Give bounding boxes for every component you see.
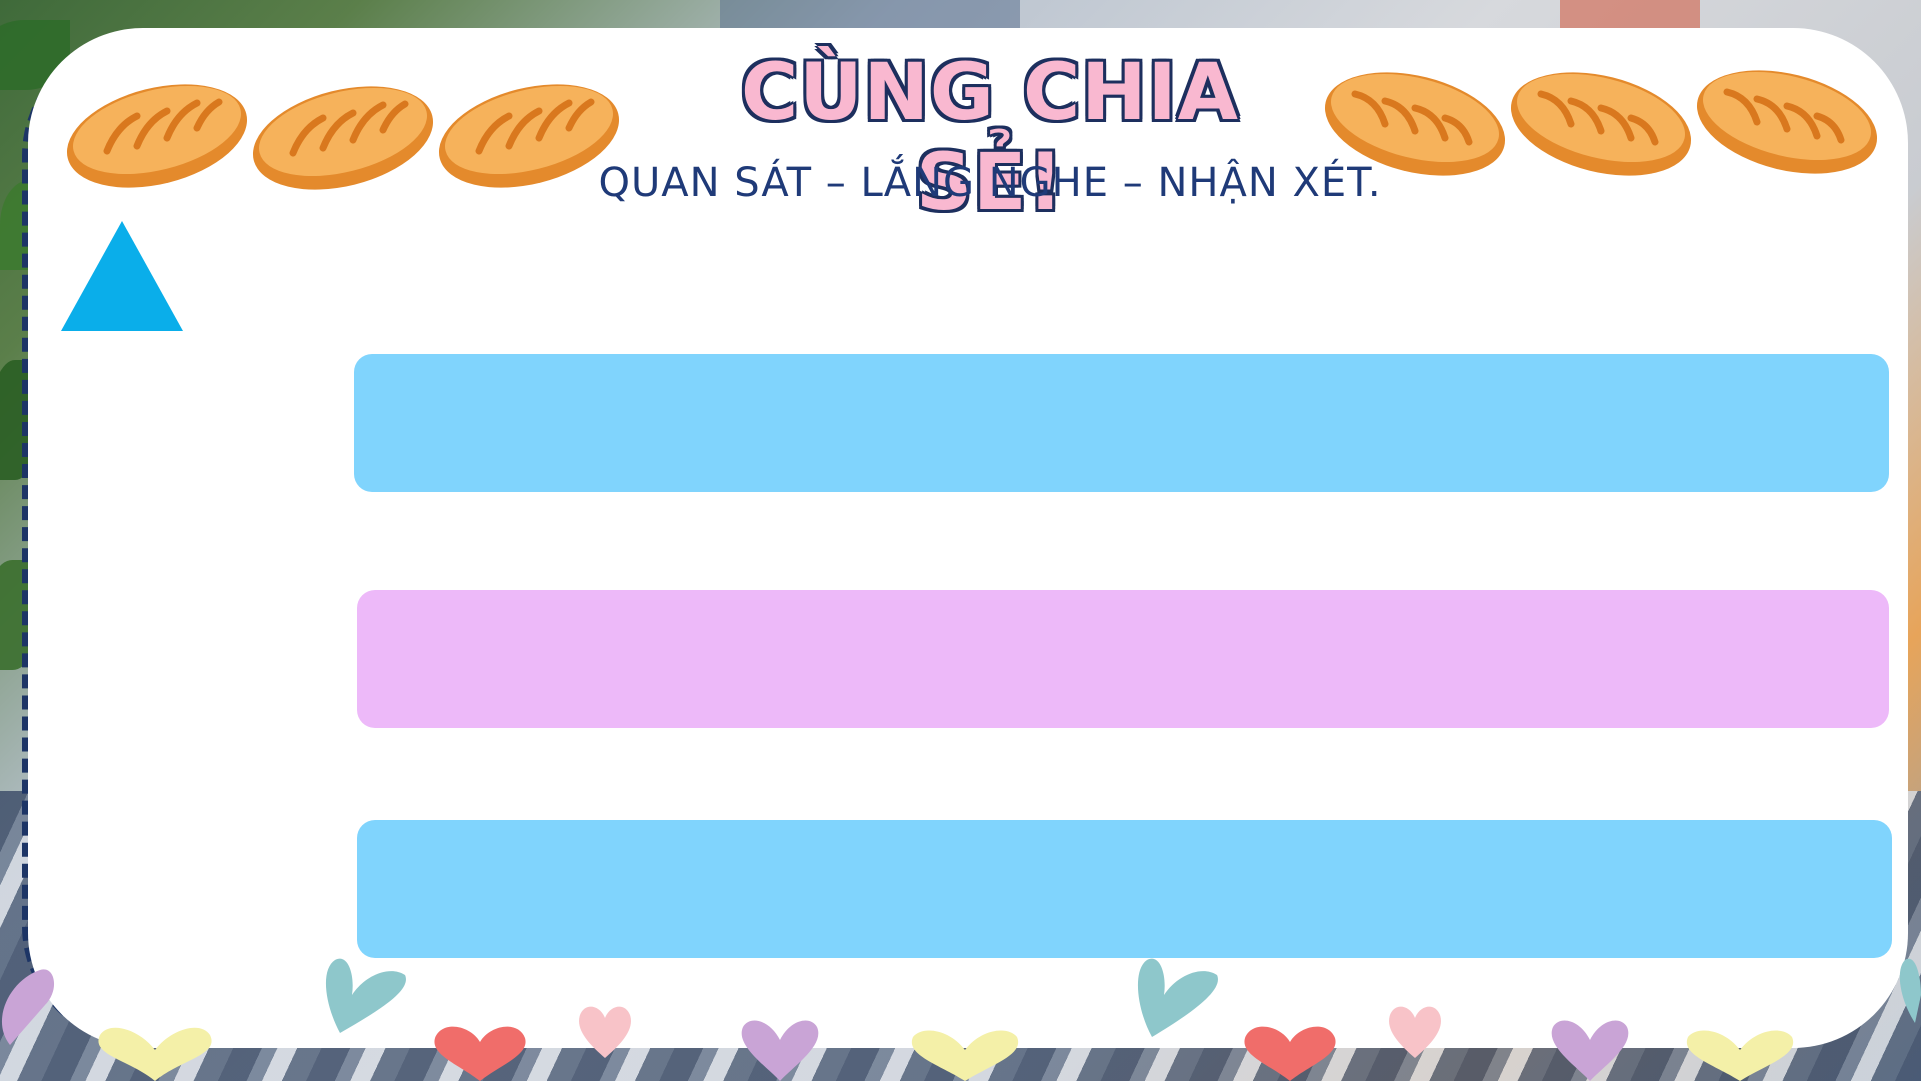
bread-loaf-icon [1696, 70, 1878, 174]
heart-icon [741, 1020, 819, 1081]
heart-icon [1244, 1026, 1336, 1081]
answer-bar-1[interactable] [354, 354, 1889, 492]
bread-loaf-icon [1510, 72, 1692, 176]
bread-loaf-icon [252, 86, 434, 190]
heart-icon [579, 1006, 631, 1058]
heart-icon [1551, 1020, 1629, 1081]
heart-icon [911, 1030, 1019, 1081]
answer-bar-2[interactable] [357, 590, 1889, 728]
heart-icon [1686, 1030, 1794, 1081]
heart-icon [1137, 958, 1218, 1037]
answer-bar-3[interactable] [357, 820, 1892, 958]
page-subtitle: QUAN SÁT – LẮNG NGHE – NHẬN XÉT. [598, 160, 1382, 206]
building-decoration [1560, 0, 1700, 30]
heart-icon [434, 1026, 526, 1081]
heart-icon [1389, 1006, 1441, 1058]
triangle-marker-icon [61, 221, 183, 331]
heart-icon [325, 958, 406, 1033]
heart-icon [1, 969, 55, 1045]
heart-icon [1899, 958, 1921, 1023]
bread-loaf-icon [66, 84, 248, 188]
heart-icon [98, 1027, 212, 1081]
building-decoration [720, 0, 1020, 28]
